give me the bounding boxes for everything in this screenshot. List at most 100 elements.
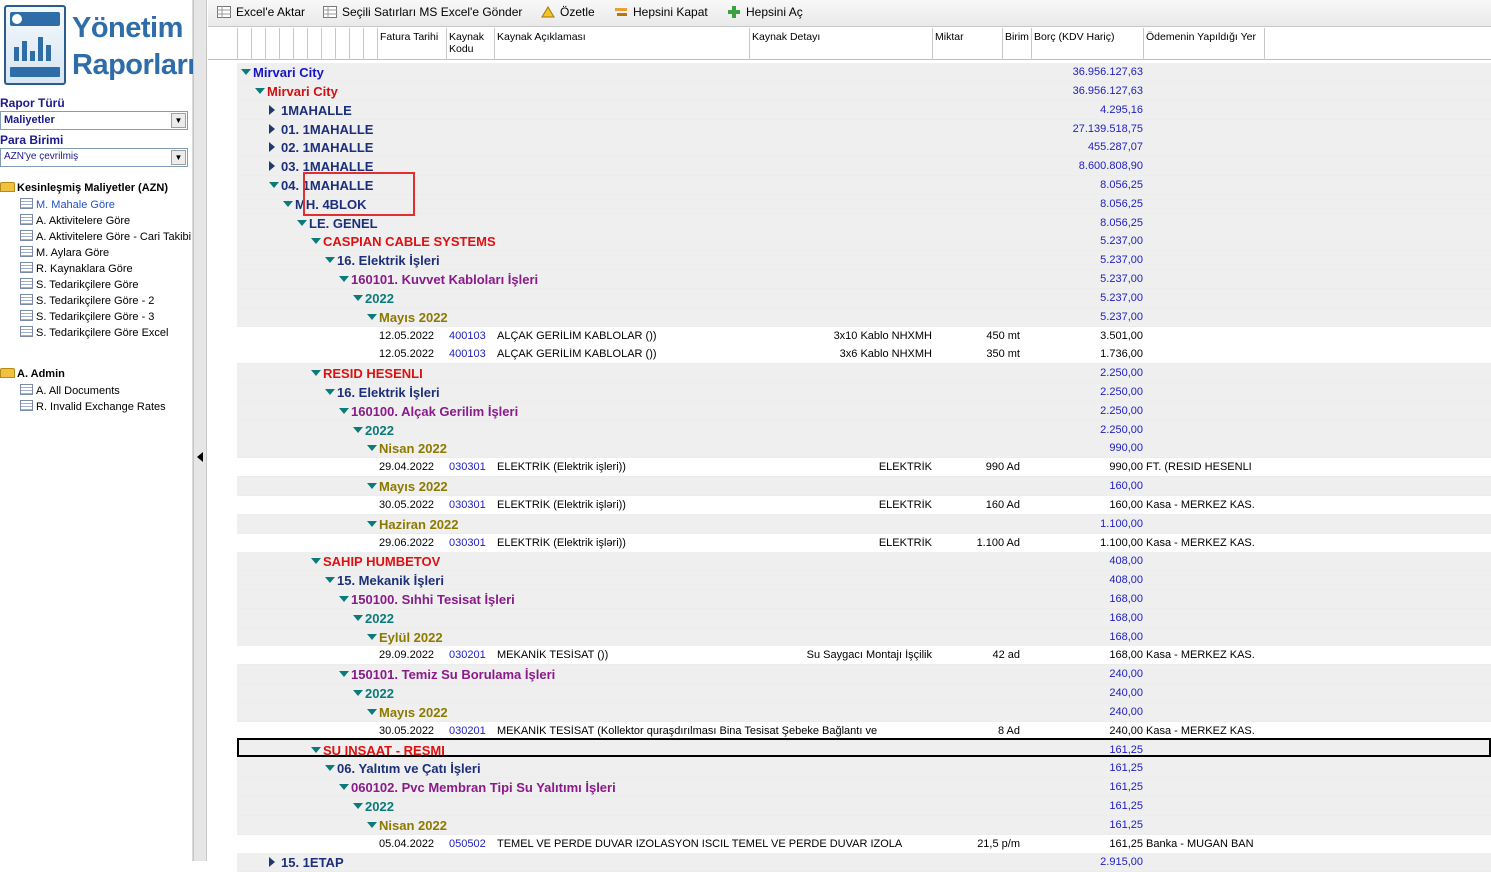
collapse-all-button[interactable]: Hepsini Kapat: [614, 5, 708, 22]
resource-code-cell[interactable]: 400103: [449, 348, 495, 360]
expand-all-button[interactable]: Hepsini Aç: [727, 5, 803, 22]
group-row[interactable]: 15. 1ETAP 2.915,00: [208, 853, 1491, 872]
collapsed-caret-icon[interactable]: [269, 123, 275, 134]
group-row[interactable]: 2022 161,25: [208, 797, 1491, 816]
col-invoice-date[interactable]: Fatura Tarihi: [378, 28, 447, 60]
detail-row[interactable]: 30.05.2022 030301 ELEKTRİK (Elektrik işlər…: [208, 495, 1491, 515]
report-type-select[interactable]: Maliyetler ▼: [0, 111, 188, 130]
detail-row[interactable]: 12.05.2022 400103 ALÇAK GERİLİM KABLOLAR (…: [208, 345, 1491, 365]
col-resource-detail[interactable]: Kaynak Detayı: [750, 28, 933, 60]
sidebar-item[interactable]: S. Tedarikçilere Göre - 2: [20, 294, 154, 307]
group-row[interactable]: 15. Mekanik İşleri 408,00: [208, 571, 1491, 591]
expanded-caret-icon[interactable]: [339, 671, 349, 678]
sidebar-item[interactable]: A. All Documents: [20, 384, 120, 397]
collapsed-caret-icon[interactable]: [269, 142, 275, 153]
expanded-caret-icon[interactable]: [283, 200, 293, 207]
group-row[interactable]: 160100. Alçak Gerilim İşleri 2.250,00: [208, 401, 1491, 421]
group-row[interactable]: Eylül 2022 168,00: [208, 627, 1491, 647]
col-unit[interactable]: Birim: [1003, 28, 1032, 60]
sidebar-item[interactable]: M. Aylara Göre: [20, 246, 109, 259]
group-row[interactable]: CASPIAN CABLE SYSTEMS 5.237,00: [208, 232, 1491, 252]
collapse-left-icon[interactable]: [197, 452, 203, 462]
expanded-caret-icon[interactable]: [325, 388, 335, 395]
group-row[interactable]: Mayıs 2022 160,00: [208, 477, 1491, 496]
resource-code-cell[interactable]: 030201: [449, 649, 495, 661]
summarize-button[interactable]: Özetle: [541, 5, 595, 22]
expanded-caret-icon[interactable]: [353, 294, 363, 301]
group-row[interactable]: 02. 1MAHALLE 455.287,07: [208, 138, 1491, 158]
group-row[interactable]: Mirvari City 36.956.127,63: [208, 63, 1491, 82]
collapsed-caret-icon[interactable]: [269, 857, 275, 868]
group-row[interactable]: 160101. Kuvvet Kabloları İşleri 5.237,00: [208, 270, 1491, 289]
expanded-caret-icon[interactable]: [367, 445, 377, 452]
col-payment-place[interactable]: Ödemenin Yapıldığı Yer: [1144, 28, 1265, 60]
group-row[interactable]: 150101. Temiz Su Borulama İşleri 240,00: [208, 665, 1491, 685]
detail-row[interactable]: 29.09.2022 030201 MEKANİK TESİSAT ()) Su Sa…: [208, 646, 1491, 666]
group-row[interactable]: SU INSAAT - RESMI 161,25: [208, 740, 1491, 760]
expanded-caret-icon[interactable]: [311, 370, 321, 377]
expanded-caret-icon[interactable]: [339, 784, 349, 791]
resource-code-cell[interactable]: 030301: [449, 537, 495, 549]
expanded-caret-icon[interactable]: [269, 181, 279, 188]
expanded-caret-icon[interactable]: [339, 407, 349, 414]
group-row[interactable]: 16. Elektrik İşleri 5.237,00: [208, 251, 1491, 271]
currency-select[interactable]: AZN'ye çevrilmiş ▼: [0, 148, 188, 167]
expanded-caret-icon[interactable]: [241, 69, 251, 75]
group-row[interactable]: 2022 2.250,00: [208, 420, 1491, 440]
expanded-caret-icon[interactable]: [353, 690, 363, 697]
group-row[interactable]: 150100. Sıhhi Tesisat İşleri 168,00: [208, 590, 1491, 609]
expanded-caret-icon[interactable]: [367, 313, 377, 320]
expanded-caret-icon[interactable]: [297, 219, 307, 226]
detail-row[interactable]: 29.04.2022 030301 ELEKTRİK (Elektrik işler…: [208, 458, 1491, 478]
sidebar-item[interactable]: M. Mahale Göre: [20, 198, 115, 211]
expanded-caret-icon[interactable]: [339, 276, 349, 282]
expanded-caret-icon[interactable]: [367, 708, 377, 715]
export-excel-button[interactable]: Excel'e Aktar: [217, 5, 305, 22]
group-row[interactable]: 060102. Pvc Membran Tipi Su Yalıtımı İşl…: [208, 778, 1491, 798]
resource-code-cell[interactable]: 030301: [449, 499, 495, 511]
group-row[interactable]: Mayıs 2022 5.237,00: [208, 307, 1491, 327]
expanded-caret-icon[interactable]: [311, 238, 321, 245]
col-resource-desc[interactable]: Kaynak Açıklaması: [495, 28, 750, 60]
group-row[interactable]: Haziran 2022 1.100,00: [208, 514, 1491, 534]
send-selected-button[interactable]: Seçili Satırları MS Excel'e Gönder: [323, 5, 522, 22]
expanded-caret-icon[interactable]: [353, 803, 363, 809]
sidebar-item[interactable]: R. Invalid Exchange Rates: [20, 400, 166, 413]
detail-row[interactable]: 05.04.2022 050502 TEMEL VE PERDE DUVAR IZO…: [208, 834, 1491, 854]
expanded-caret-icon[interactable]: [367, 483, 377, 489]
expanded-caret-icon[interactable]: [325, 577, 335, 584]
sidebar-folder[interactable]: Kesinleşmiş Maliyetler (AZN): [0, 182, 168, 194]
detail-row[interactable]: 30.05.2022 030201 MEKANİK TESİSAT (Kollekt…: [208, 721, 1491, 741]
expanded-caret-icon[interactable]: [353, 614, 363, 621]
group-row[interactable]: 01. 1MAHALLE 27.139.518,75: [208, 119, 1491, 139]
chevron-down-icon[interactable]: ▼: [171, 113, 186, 128]
group-row[interactable]: LE. GENEL 8.056,25: [208, 213, 1491, 233]
expanded-caret-icon[interactable]: [325, 765, 335, 772]
expanded-caret-icon[interactable]: [255, 87, 265, 94]
chevron-down-icon[interactable]: ▼: [171, 150, 186, 165]
sidebar-item[interactable]: S. Tedarikçilere Göre Excel: [20, 326, 168, 339]
expanded-caret-icon[interactable]: [325, 257, 335, 264]
group-row[interactable]: Mayıs 2022 240,00: [208, 702, 1491, 722]
group-row[interactable]: Nisan 2022 161,25: [208, 815, 1491, 835]
sidebar-item[interactable]: A. Aktivitelere Göre: [20, 214, 130, 227]
group-row[interactable]: SAHIP HUMBETOV 408,00: [208, 552, 1491, 572]
group-row[interactable]: Nisan 2022 990,00: [208, 439, 1491, 459]
group-row[interactable]: 2022 168,00: [208, 608, 1491, 628]
collapsed-caret-icon[interactable]: [269, 161, 275, 172]
sidebar-item[interactable]: A. Aktivitelere Göre - Cari Takibi: [20, 230, 191, 243]
group-row[interactable]: 2022 5.237,00: [208, 288, 1491, 308]
group-row[interactable]: RESID HESENLI 2.250,00: [208, 364, 1491, 384]
expanded-caret-icon[interactable]: [311, 746, 321, 753]
detail-row[interactable]: 29.06.2022 030301 ELEKTRİK (Elektrik işlər…: [208, 533, 1491, 553]
expanded-caret-icon[interactable]: [311, 558, 321, 565]
group-row[interactable]: 2022 240,00: [208, 684, 1491, 704]
sidebar-item[interactable]: S. Tedarikçilere Göre - 3: [20, 310, 154, 323]
group-row[interactable]: 06. Yalıtım ve Çatı İşleri 161,25: [208, 759, 1491, 779]
expanded-caret-icon[interactable]: [353, 426, 363, 433]
group-row[interactable]: 16. Elektrik İşleri 2.250,00: [208, 382, 1491, 402]
expanded-caret-icon[interactable]: [367, 821, 377, 828]
sidebar-item[interactable]: R. Kaynaklara Göre: [20, 262, 133, 275]
resource-code-cell[interactable]: 030301: [449, 461, 495, 473]
group-row[interactable]: 1MAHALLE 4.295,16: [208, 100, 1491, 120]
